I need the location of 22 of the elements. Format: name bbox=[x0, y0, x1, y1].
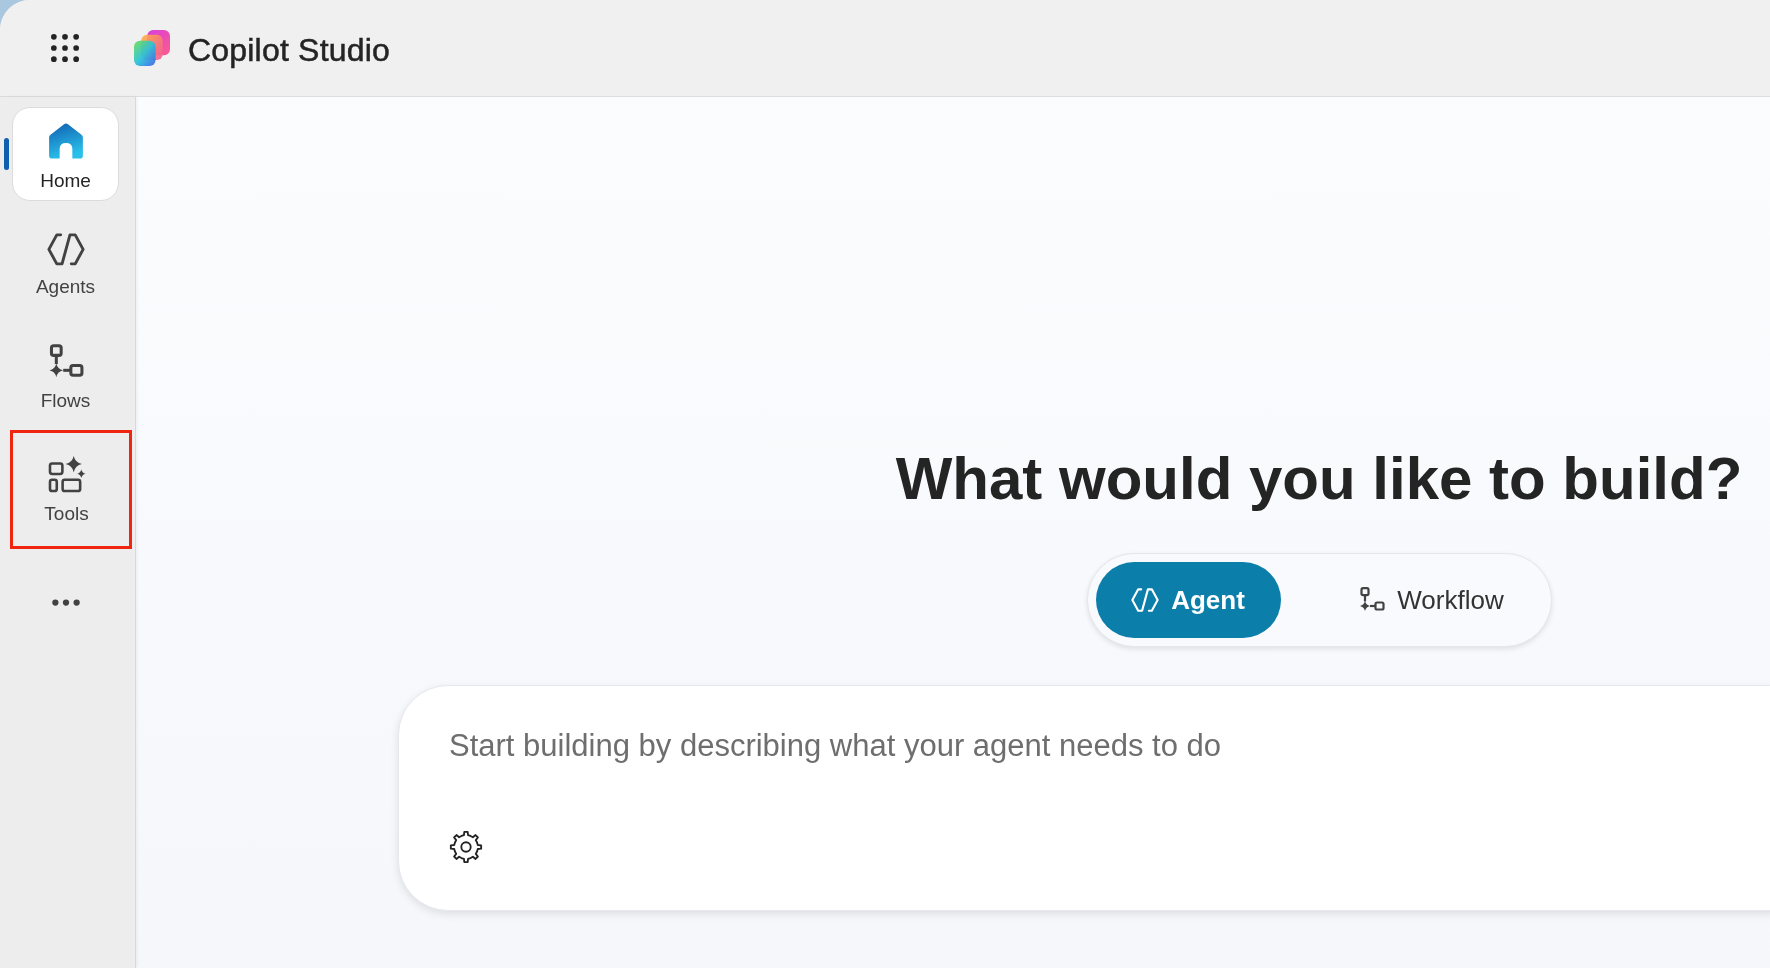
app-title: Copilot Studio bbox=[188, 31, 391, 69]
sidebar-item[interactable]: Tools bbox=[13, 440, 120, 534]
settings-icon bbox=[449, 830, 483, 864]
code-brackets-icon bbox=[1131, 587, 1160, 613]
mode-option[interactable]: Agent bbox=[1095, 562, 1281, 638]
code-brackets-icon bbox=[46, 233, 85, 266]
settings-button[interactable] bbox=[447, 828, 485, 866]
selection-indicator bbox=[4, 138, 9, 170]
mode-option[interactable]: Workflow bbox=[1280, 562, 1543, 638]
grid-icon bbox=[51, 34, 79, 62]
app-launcher-button[interactable] bbox=[48, 31, 82, 65]
page-heading: What would you like to build? bbox=[895, 444, 1743, 514]
apps-sparkle-icon bbox=[47, 455, 86, 493]
home-icon bbox=[46, 122, 85, 160]
logo-icon bbox=[134, 30, 170, 66]
flowchart-icon bbox=[47, 344, 84, 380]
sidebar-item[interactable]: Flows bbox=[12, 329, 119, 423]
sidebar-item[interactable]: Home bbox=[12, 107, 119, 201]
more-icon bbox=[52, 599, 80, 606]
flowchart-icon bbox=[1359, 587, 1386, 613]
sidebar-item[interactable]: Agents bbox=[12, 218, 119, 312]
prompt-input[interactable]: Start building by describing what your agent needs to do bbox=[449, 726, 1699, 766]
